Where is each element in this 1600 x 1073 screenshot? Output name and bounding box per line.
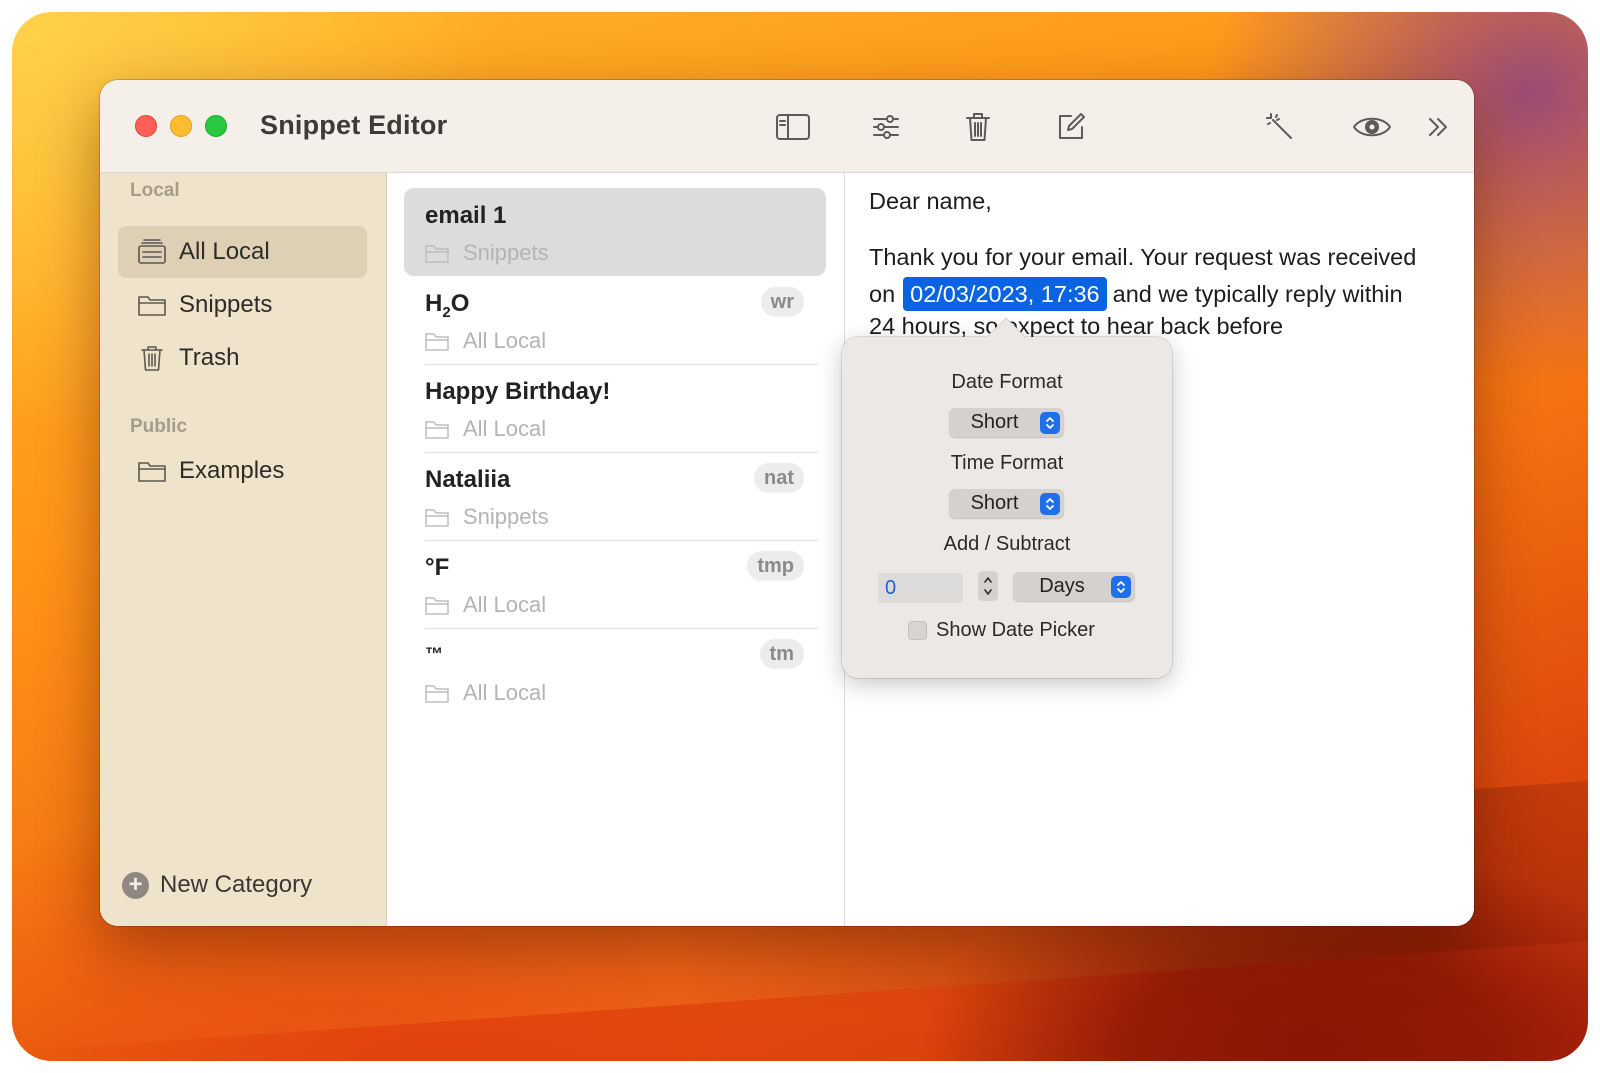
titlebar: Snippet Editor xyxy=(100,80,1474,173)
chevron-up-down-icon xyxy=(1040,492,1060,515)
snippet-title-rest: O xyxy=(450,290,470,317)
folder-icon xyxy=(425,685,449,703)
snippet-row-nataliia[interactable]: Nataliia nat Snippets xyxy=(404,452,826,541)
snippet-category: All Local xyxy=(425,328,546,354)
snippet-row-fahrenheit[interactable]: °F tmp All Local xyxy=(404,540,826,629)
snippet-title: H2O xyxy=(425,290,469,321)
sidebar-item-snippets[interactable]: Snippets xyxy=(118,279,367,331)
sidebar-section-public: Public xyxy=(130,416,188,437)
sidebar-item-label: Snippets xyxy=(179,291,273,318)
eye-icon[interactable] xyxy=(1352,107,1392,147)
snippet-abbreviation-tag: tm xyxy=(759,639,804,669)
snippet-list: email 1 Snippets H2O wr All Local Happy … xyxy=(387,173,845,926)
editor-line: Thank you for your email. Your request w… xyxy=(869,244,1417,270)
show-date-picker-label: Show Date Picker xyxy=(936,619,1095,641)
snippet-title-main: H xyxy=(425,290,443,317)
editor-line: 24 hours, so expect to hear back before xyxy=(869,313,1284,339)
date-format-popup[interactable]: Short xyxy=(949,408,1064,437)
sidebar-item-label: Trash xyxy=(179,344,240,371)
snippet-row-h2o[interactable]: H2O wr All Local xyxy=(404,276,826,365)
add-subtract-label: Add / Subtract xyxy=(943,533,1071,555)
magic-wand-icon[interactable] xyxy=(1260,107,1300,147)
chevron-up-down-icon xyxy=(1111,575,1131,598)
folder-icon xyxy=(134,459,170,483)
snippet-category-label: All Local xyxy=(463,328,547,353)
snippet-category: Snippets xyxy=(425,240,549,266)
snippet-category-label: All Local xyxy=(463,592,547,617)
snippet-category: All Local xyxy=(425,680,546,706)
editor-line: Dear name, xyxy=(869,188,992,214)
snippet-title-subscript: 2 xyxy=(442,303,451,321)
snippet-title: email 1 xyxy=(425,202,507,229)
new-category-button[interactable]: + New Category xyxy=(122,871,312,899)
unit-value: Days xyxy=(1039,575,1085,597)
editor-text: on xyxy=(869,281,896,307)
sidebar-item-label: Examples xyxy=(179,457,285,484)
tray-stack-icon xyxy=(134,238,170,266)
minimize-window-button[interactable] xyxy=(170,115,192,137)
sliders-icon[interactable] xyxy=(866,107,906,147)
close-window-button[interactable] xyxy=(135,115,157,137)
date-options-popover: Date Format Short Time Format Short Add … xyxy=(842,317,1172,678)
sidebar-item-all-local[interactable]: All Local xyxy=(118,226,367,278)
sidebar-item-label: All Local xyxy=(179,238,270,265)
folder-icon xyxy=(134,293,170,317)
trash-icon xyxy=(134,344,170,372)
show-date-picker-option[interactable]: Show Date Picker xyxy=(908,619,1095,642)
amount-input[interactable]: 0 xyxy=(878,573,963,603)
snippet-title: Happy Birthday! xyxy=(425,378,611,405)
show-date-picker-checkbox[interactable] xyxy=(908,621,927,640)
snippet-row-happy-birthday[interactable]: Happy Birthday! All Local xyxy=(404,364,826,453)
snippet-category-label: All Local xyxy=(463,416,547,441)
snippet-category-label: All Local xyxy=(463,680,547,705)
snippet-category-label: Snippets xyxy=(463,240,549,265)
sidebar-item-trash[interactable]: Trash xyxy=(118,332,367,384)
zoom-window-button[interactable] xyxy=(205,115,227,137)
snippet-category: Snippets xyxy=(425,504,549,530)
app-window: Snippet Editor Local All Local Snippets … xyxy=(100,80,1474,926)
sidebar-item-examples[interactable]: Examples xyxy=(118,445,367,497)
compose-icon[interactable] xyxy=(1051,107,1091,147)
chevron-up-down-icon xyxy=(1040,411,1060,434)
sidebar-section-local: Local xyxy=(130,180,180,201)
folder-icon xyxy=(425,421,449,439)
snippet-row-trademark[interactable]: ™ tm All Local xyxy=(404,628,826,716)
folder-icon xyxy=(425,333,449,351)
snippet-category: All Local xyxy=(425,416,546,442)
time-format-value: Short xyxy=(970,492,1019,514)
folder-icon xyxy=(425,597,449,615)
sidebar-toggle-icon[interactable] xyxy=(773,107,813,147)
amount-stepper[interactable] xyxy=(978,571,998,601)
editor-line: on 02/03/2023, 17:36 and we typically repl… xyxy=(869,277,1403,311)
date-placeholder-token[interactable]: 02/03/2023, 17:36 xyxy=(903,277,1107,311)
editor-text: and we typically reply within xyxy=(1112,281,1403,307)
plus-circle-icon: + xyxy=(122,871,149,899)
time-format-label: Time Format xyxy=(950,452,1064,474)
snippet-row-email-1[interactable]: email 1 Snippets xyxy=(404,188,826,276)
date-format-label: Date Format xyxy=(951,371,1063,393)
snippet-title: °F xyxy=(425,554,450,581)
date-format-value: Short xyxy=(970,411,1019,433)
trash-icon[interactable] xyxy=(958,107,998,147)
snippet-category: All Local xyxy=(425,592,546,618)
snippet-abbreviation-tag: wr xyxy=(760,287,804,317)
folder-icon xyxy=(425,245,449,263)
chevron-double-right-icon[interactable] xyxy=(1418,107,1458,147)
window-title: Snippet Editor xyxy=(260,110,448,140)
unit-popup[interactable]: Days xyxy=(1013,572,1135,601)
sidebar: Local All Local Snippets Trash Public Ex xyxy=(100,173,387,926)
snippet-title: Nataliia xyxy=(425,466,511,493)
new-category-label: New Category xyxy=(160,871,313,898)
folder-icon xyxy=(425,509,449,527)
snippet-category-label: Snippets xyxy=(463,504,549,529)
time-format-popup[interactable]: Short xyxy=(949,489,1064,518)
snippet-abbreviation-tag: tmp xyxy=(747,551,804,581)
snippet-abbreviation-tag: nat xyxy=(754,463,804,493)
snippet-title: ™ xyxy=(425,644,443,664)
